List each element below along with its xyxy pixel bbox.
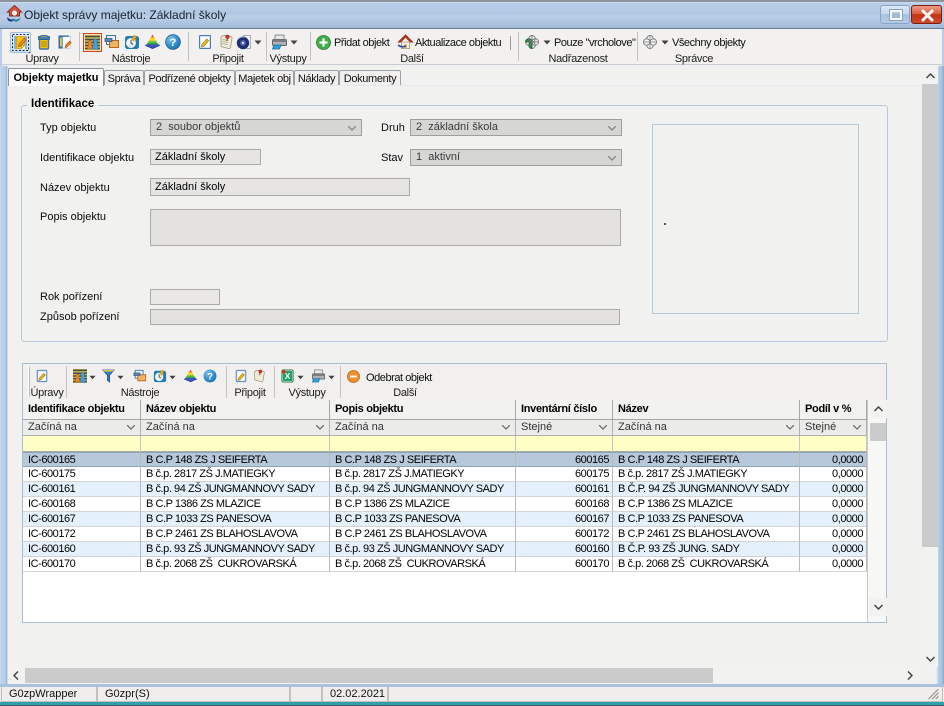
svg-text:?: ? <box>170 37 177 49</box>
svg-text:?: ? <box>207 372 213 383</box>
svg-text:X: X <box>285 371 291 381</box>
